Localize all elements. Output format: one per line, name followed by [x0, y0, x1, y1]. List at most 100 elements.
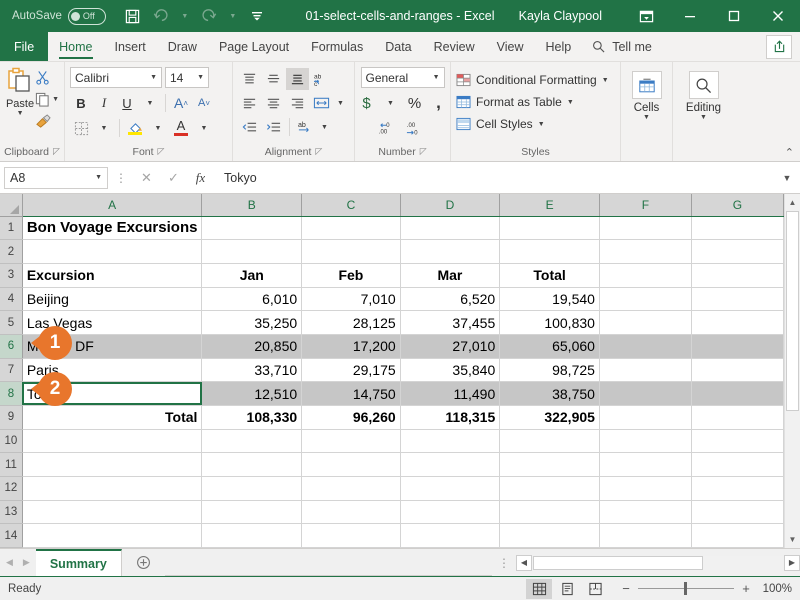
cell-C13[interactable]	[302, 500, 401, 524]
number-format-chevron-down-icon[interactable]: ▼	[433, 74, 440, 81]
cell-F13[interactable]	[599, 500, 691, 524]
scroll-down-icon[interactable]: ▼	[785, 531, 800, 548]
zoom-out-button[interactable]: −	[620, 581, 632, 596]
cell-E7[interactable]: 98,725	[500, 358, 600, 382]
enter-icon[interactable]: ✓	[161, 167, 186, 189]
cell-C11[interactable]	[302, 453, 401, 477]
ribbon-display-options-icon[interactable]	[624, 0, 668, 32]
center-button[interactable]	[262, 92, 285, 114]
row-header-5[interactable]: 5	[0, 311, 22, 335]
cell-C6[interactable]: 17,200	[302, 334, 401, 358]
zoom-slider-thumb[interactable]	[684, 582, 687, 595]
cell-G12[interactable]	[691, 476, 783, 500]
cell-E5[interactable]: 100,830	[500, 311, 600, 335]
sheet-bar-splitter[interactable]: ⋮	[492, 549, 516, 576]
tab-page-layout[interactable]: Page Layout	[208, 32, 300, 61]
cell-B2[interactable]	[202, 240, 302, 264]
autosave-toggle[interactable]: AutoSave Off	[12, 8, 106, 25]
tab-home[interactable]: Home	[48, 32, 103, 61]
cell-E13[interactable]	[500, 500, 600, 524]
horizontal-scroll-thumb[interactable]	[533, 556, 703, 570]
expand-formula-bar-icon[interactable]: ▼	[778, 173, 796, 183]
decrease-indent-button[interactable]	[238, 116, 261, 138]
row-header-6[interactable]: 6	[0, 334, 22, 358]
middle-align-button[interactable]	[262, 68, 285, 90]
tab-help[interactable]: Help	[535, 32, 583, 61]
customize-quick-access-toolbar-icon[interactable]	[244, 4, 270, 28]
redo-chevron-down-icon[interactable]: ▼	[224, 4, 242, 28]
cell-C1[interactable]	[302, 216, 401, 240]
tell-me-search[interactable]: Tell me	[582, 32, 662, 61]
name-box[interactable]: A8 ▼	[4, 167, 108, 189]
accounting-format-button[interactable]: $	[356, 92, 378, 114]
row-header-14[interactable]: 14	[0, 524, 22, 548]
zoom-slider-track[interactable]	[638, 588, 734, 589]
cell-C4[interactable]: 7,010	[302, 287, 401, 311]
cell-F8[interactable]	[599, 382, 691, 406]
cell-A14[interactable]	[22, 524, 202, 548]
row-header-10[interactable]: 10	[0, 429, 22, 453]
name-box-chevron-down-icon[interactable]: ▼	[95, 174, 102, 181]
bottom-align-button[interactable]	[286, 68, 309, 90]
minimize-icon[interactable]	[668, 0, 712, 32]
scroll-left-icon[interactable]: ◀	[516, 555, 532, 571]
top-align-button[interactable]	[238, 68, 261, 90]
cell-G11[interactable]	[691, 453, 783, 477]
tab-data[interactable]: Data	[374, 32, 422, 61]
cell-D12[interactable]	[400, 476, 500, 500]
tab-file[interactable]: File	[0, 32, 48, 61]
cell-D7[interactable]: 35,840	[400, 358, 500, 382]
cell-B11[interactable]	[202, 453, 302, 477]
conditional-formatting-chevron-down-icon[interactable]: ▼	[602, 77, 609, 84]
share-icon[interactable]	[766, 35, 792, 59]
cell-G5[interactable]	[691, 311, 783, 335]
cell-B5[interactable]: 35,250	[202, 311, 302, 335]
paste-button[interactable]: Paste ▼	[5, 65, 35, 117]
copy-chevron-down-icon[interactable]: ▼	[52, 96, 59, 103]
cell-F14[interactable]	[599, 524, 691, 548]
scroll-right-icon[interactable]: ▶	[784, 555, 800, 571]
format-painter-button[interactable]	[35, 112, 59, 131]
page-break-preview-icon[interactable]	[582, 579, 608, 599]
cell-E3[interactable]: Total	[500, 263, 600, 287]
bold-button[interactable]: B	[70, 92, 92, 114]
column-header-b[interactable]: B	[202, 194, 302, 216]
column-header-a[interactable]: A	[22, 194, 202, 216]
number-format-combobox[interactable]: General ▼	[361, 67, 445, 88]
editing-button[interactable]: Editing ▼	[678, 65, 729, 121]
cell-F12[interactable]	[599, 476, 691, 500]
cell-F6[interactable]	[599, 334, 691, 358]
undo-icon[interactable]	[148, 4, 174, 28]
cell-A9[interactable]: Total	[22, 405, 202, 429]
next-sheet-icon[interactable]: ▶	[23, 557, 30, 568]
row-header-8[interactable]: 8	[0, 382, 22, 406]
cell-E6[interactable]: 65,060	[500, 334, 600, 358]
user-account-name[interactable]: Kayla Claypool	[519, 9, 602, 23]
borders-chevron-down-icon[interactable]: ▼	[93, 117, 115, 139]
accounting-chevron-down-icon[interactable]: ▼	[380, 92, 402, 114]
fill-color-button[interactable]	[124, 117, 146, 139]
number-dialog-launcher-icon[interactable]: ◸	[420, 146, 427, 157]
cell-D1[interactable]	[400, 216, 500, 240]
cell-D9[interactable]: 118,315	[400, 405, 500, 429]
cell-A1[interactable]: Bon Voyage Excursions	[22, 216, 202, 240]
cell-A2[interactable]	[22, 240, 202, 264]
insert-function-icon[interactable]: fx	[188, 167, 213, 189]
cell-G9[interactable]	[691, 405, 783, 429]
zoom-level-label[interactable]: 100%	[758, 583, 792, 595]
vertical-scroll-thumb[interactable]	[786, 211, 799, 411]
tab-draw[interactable]: Draw	[157, 32, 208, 61]
cell-F11[interactable]	[599, 453, 691, 477]
save-icon[interactable]	[120, 4, 146, 28]
increase-indent-button[interactable]	[262, 116, 285, 138]
cell-D5[interactable]: 37,455	[400, 311, 500, 335]
vertical-scrollbar[interactable]: ▲ ▼	[784, 194, 800, 548]
row-header-3[interactable]: 3	[0, 263, 22, 287]
increase-font-size-button[interactable]: A˄	[170, 92, 192, 114]
underline-button[interactable]: U	[116, 92, 138, 114]
tab-review[interactable]: Review	[423, 32, 486, 61]
orientation-button[interactable]: abc	[310, 68, 333, 90]
cell-F1[interactable]	[599, 216, 691, 240]
merge-and-center-button[interactable]	[310, 92, 333, 114]
cell-B9[interactable]: 108,330	[202, 405, 302, 429]
